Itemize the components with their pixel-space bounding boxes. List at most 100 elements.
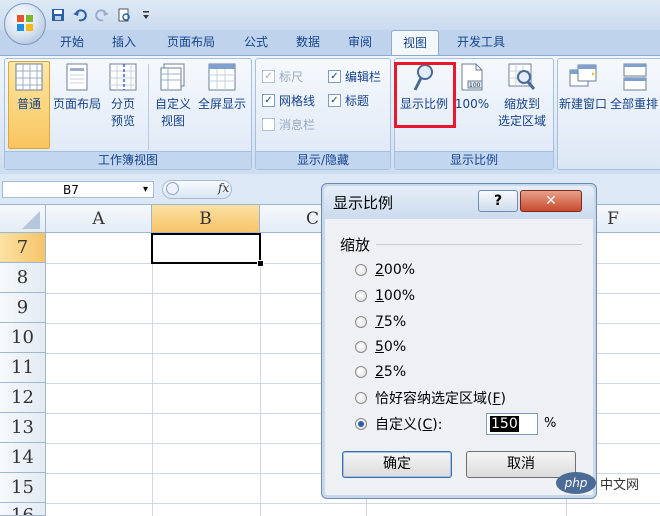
ruler-check-mark: ✓ xyxy=(262,70,275,83)
page-layout-view-button[interactable]: 页面布局 xyxy=(52,62,102,113)
custom-zoom-value: 150 xyxy=(490,416,519,432)
active-cell-b7[interactable] xyxy=(151,233,261,264)
fullscreen-label: 全屏显示 xyxy=(197,97,246,111)
tab-formulas[interactable]: 公式 xyxy=(234,30,278,55)
save-icon[interactable] xyxy=(50,7,66,23)
dialog-close-button[interactable]: ✕ xyxy=(520,190,582,212)
radio-50-label: 50% xyxy=(375,339,407,355)
row-header-8[interactable]: 8 xyxy=(0,263,46,293)
radio-200[interactable]: 200% xyxy=(355,260,415,280)
headings-check-mark: ✓ xyxy=(328,94,341,107)
fullscreen-icon xyxy=(208,63,236,91)
radio-75-circle xyxy=(355,316,367,328)
tab-page-layout[interactable]: 页面布局 xyxy=(160,30,222,55)
tab-view[interactable]: 视图 xyxy=(391,30,439,55)
formula-bar-checkbox[interactable]: ✓ 编辑栏 xyxy=(328,68,381,85)
formula-bar-check-mark: ✓ xyxy=(328,70,341,83)
radio-fit-selection[interactable]: 恰好容纳选定区域(F) xyxy=(355,388,506,408)
message-bar-check-box xyxy=(262,118,275,131)
custom-views-button[interactable]: 自定义 视图 xyxy=(152,62,194,130)
arrange-all-button[interactable]: 全部重排 xyxy=(610,62,660,113)
new-window-button[interactable]: 新建窗口 xyxy=(558,62,608,113)
gridlines-check-mark: ✓ xyxy=(262,94,275,107)
tab-developer[interactable]: 开发工具 xyxy=(448,30,514,55)
custom-views-label-1: 自定义 xyxy=(154,97,191,111)
radio-100[interactable]: 100% xyxy=(355,286,415,306)
radio-fit-selection-label: 恰好容纳选定区域(F) xyxy=(375,391,506,407)
customize-icon[interactable] xyxy=(138,7,154,23)
page-break-label-1: 分页 xyxy=(110,97,135,111)
tab-data[interactable]: 数据 xyxy=(286,30,330,55)
row-header-15[interactable]: 15 xyxy=(0,473,46,503)
radio-100-circle xyxy=(355,290,367,302)
zoom-100-label: 100% xyxy=(454,97,490,111)
ribbon-tab-bar xyxy=(0,30,660,55)
zoom-100-icon: 100 xyxy=(461,63,483,91)
row-header-12[interactable]: 12 xyxy=(0,383,46,413)
formula-bar-label: 编辑栏 xyxy=(345,70,382,84)
formula-expand-icon[interactable] xyxy=(166,182,179,195)
redo-icon[interactable] xyxy=(94,7,110,23)
page-break-preview-button[interactable]: 分页 预览 xyxy=(103,62,143,130)
column-header-b[interactable]: B xyxy=(152,205,260,233)
headings-checkbox[interactable]: ✓ 标题 xyxy=(328,92,369,109)
arrange-all-icon xyxy=(623,63,647,91)
row-header-11[interactable]: 11 xyxy=(0,353,46,383)
new-window-icon xyxy=(569,64,597,87)
group-label-zoom: 显示比例 xyxy=(395,151,553,169)
fullscreen-button[interactable]: 全屏显示 xyxy=(196,62,248,113)
zoom-to-selection-label-1: 缩放到 xyxy=(503,97,540,111)
tab-insert[interactable]: 插入 xyxy=(102,30,146,55)
fill-handle[interactable] xyxy=(257,260,264,267)
ok-button[interactable]: 确定 xyxy=(342,451,452,478)
gridlines-checkbox[interactable]: ✓ 网格线 xyxy=(262,92,315,109)
ruler-checkbox[interactable]: ✓ 标尺 xyxy=(262,68,303,85)
zoom-to-selection-button[interactable]: 缩放到 选定区域 xyxy=(494,62,550,130)
radio-25-label: 25% xyxy=(375,364,407,380)
normal-view-label: 普通 xyxy=(16,97,41,111)
tab-review[interactable]: 审阅 xyxy=(338,30,382,55)
row-header-7[interactable]: 7 xyxy=(0,233,46,263)
row-header-16[interactable]: 16 xyxy=(0,503,46,516)
row-header-14[interactable]: 14 xyxy=(0,443,46,473)
name-box-dropdown-icon[interactable]: ▾ xyxy=(143,182,148,198)
zoom-highlight-box xyxy=(394,62,456,128)
radio-fit-selection-circle xyxy=(355,392,367,404)
select-all-triangle-icon xyxy=(22,211,40,229)
radio-custom-dot xyxy=(358,421,364,427)
quick-access-toolbar xyxy=(50,6,154,24)
radio-50[interactable]: 50% xyxy=(355,337,406,357)
page-break-label-2: 预览 xyxy=(110,114,135,128)
radio-75[interactable]: 75% xyxy=(355,312,406,332)
message-bar-label: 消息栏 xyxy=(279,118,316,132)
dialog-title: 显示比例 xyxy=(333,194,394,212)
tab-home[interactable]: 开始 xyxy=(50,30,94,55)
function-area: fx xyxy=(162,180,232,199)
print-preview-icon[interactable] xyxy=(116,7,132,23)
radio-25[interactable]: 25% xyxy=(355,362,406,382)
group-label-show-hide: 显示/隐藏 xyxy=(256,151,390,169)
select-all-button[interactable] xyxy=(0,205,46,233)
row-header-13[interactable]: 13 xyxy=(0,413,46,443)
percent-sign: % xyxy=(544,416,557,431)
column-header-a[interactable]: A xyxy=(46,205,152,233)
arrange-all-label: 全部重排 xyxy=(610,97,659,111)
insert-function-icon[interactable]: fx xyxy=(218,181,229,195)
zoom-100-button[interactable]: 100 100% xyxy=(453,62,491,113)
name-box[interactable]: B7 ▾ xyxy=(2,181,154,198)
grid-line xyxy=(46,503,660,504)
radio-custom[interactable]: 自定义(C): xyxy=(355,414,442,434)
dialog-help-button[interactable]: ? xyxy=(478,190,518,212)
message-bar-checkbox[interactable]: 消息栏 xyxy=(262,116,315,133)
radio-75-label: 75% xyxy=(375,314,407,330)
row-header-10[interactable]: 10 xyxy=(0,323,46,353)
row-header-9[interactable]: 9 xyxy=(0,293,46,323)
page-layout-view-icon xyxy=(66,63,88,91)
custom-zoom-input[interactable]: 150 xyxy=(486,413,538,435)
undo-icon[interactable] xyxy=(72,7,88,23)
zoom-to-selection-label-2: 选定区域 xyxy=(497,114,546,128)
normal-view-button[interactable]: 普通 xyxy=(8,62,50,113)
office-button[interactable] xyxy=(4,3,46,45)
new-window-label: 新建窗口 xyxy=(558,97,607,111)
custom-views-label-2: 视图 xyxy=(160,114,185,128)
